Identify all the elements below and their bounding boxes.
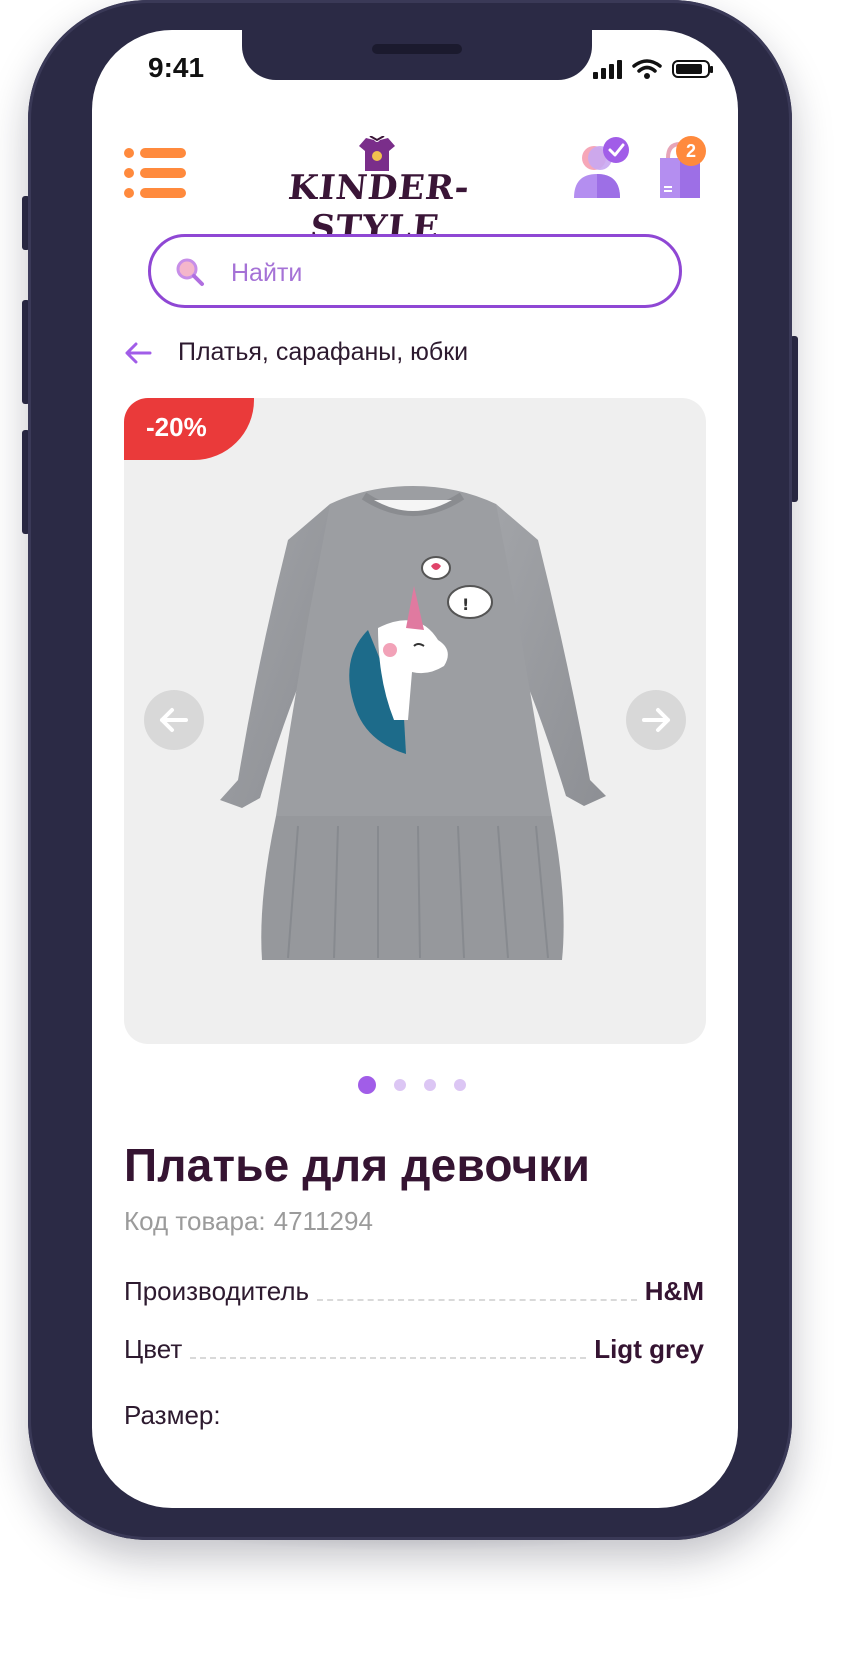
- discount-badge: -20%: [124, 398, 254, 460]
- breadcrumb[interactable]: Платья, сарафаны, юбки: [124, 338, 468, 367]
- battery-icon: [672, 60, 713, 78]
- app-screen: 9:41 KINDER-STYLE 2 Найти Платья, сарафа…: [92, 30, 738, 1508]
- status-icons: [593, 58, 713, 80]
- product-title: Платье для девочки: [124, 1139, 591, 1191]
- brand-logo[interactable]: KINDER-STYLE: [252, 130, 502, 248]
- spec-row-manufacturer: Производитель H&M: [124, 1276, 704, 1307]
- status-time: 9:41: [148, 52, 205, 83]
- product-sku: Код товара: 4711294: [124, 1206, 373, 1237]
- cellular-signal-icon: [593, 59, 622, 79]
- gallery-next-button[interactable]: [626, 690, 686, 750]
- notch: [242, 30, 592, 80]
- phone-frame: 9:41 KINDER-STYLE 2 Найти Платья, сарафа…: [28, 0, 792, 1540]
- search-icon: [176, 258, 204, 286]
- hamburger-menu-icon[interactable]: [124, 148, 188, 198]
- user-account-icon[interactable]: [570, 136, 630, 200]
- pagination-dot-3[interactable]: [424, 1079, 436, 1091]
- dotted-leader: [190, 1357, 587, 1359]
- product-image-dress: !: [220, 486, 606, 960]
- sku-label: Код товара:: [124, 1206, 266, 1236]
- pagination-dot-2[interactable]: [394, 1079, 406, 1091]
- cart-count-badge: 2: [676, 136, 706, 166]
- spec-value: Ligt grey: [594, 1334, 704, 1364]
- gallery-pagination: [358, 1076, 466, 1094]
- dotted-leader: [317, 1299, 637, 1301]
- pagination-dot-1[interactable]: [358, 1076, 376, 1094]
- spec-label: Цвет: [124, 1334, 183, 1364]
- gallery-prev-button[interactable]: [144, 690, 204, 750]
- product-gallery[interactable]: -20% !: [124, 398, 706, 1044]
- breadcrumb-category[interactable]: Платья, сарафаны, юбки: [178, 338, 468, 367]
- arrow-left-icon: [160, 708, 188, 732]
- svg-text:!: !: [462, 595, 469, 614]
- tshirt-logo-icon: [359, 136, 395, 171]
- spec-label: Производитель: [124, 1276, 310, 1306]
- arrow-right-icon: [642, 708, 670, 732]
- spec-value: H&M: [644, 1276, 704, 1306]
- pagination-dot-4[interactable]: [454, 1079, 466, 1091]
- back-arrow-icon[interactable]: [124, 341, 152, 365]
- search-input[interactable]: [229, 253, 653, 293]
- size-label: Размер:: [124, 1400, 221, 1430]
- wifi-icon: [632, 59, 662, 79]
- search-bar[interactable]: [148, 234, 682, 308]
- spec-row-color: Цвет Ligt grey: [124, 1334, 704, 1365]
- speaker-grille: [372, 44, 462, 54]
- sku-value: 4711294: [273, 1206, 373, 1236]
